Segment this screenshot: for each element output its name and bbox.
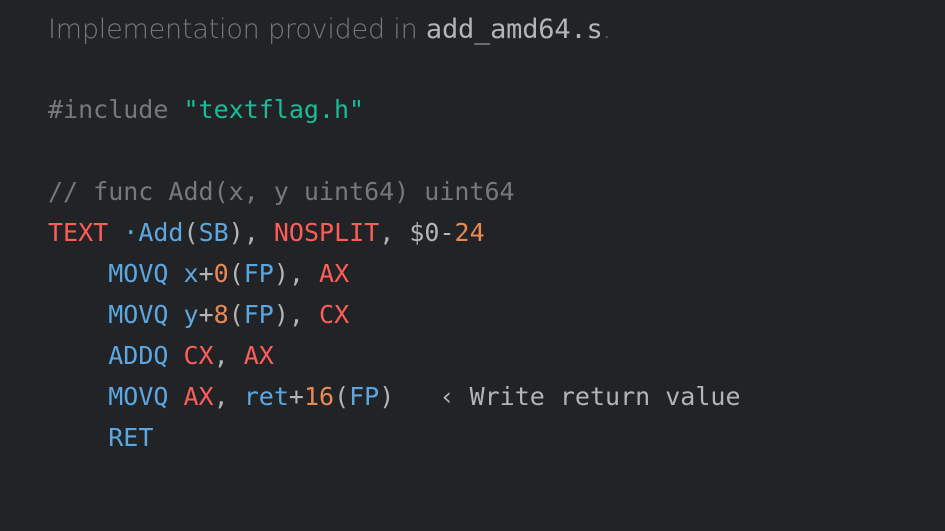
addq-op: ADDQ [108,341,168,370]
heading-suffix: . [603,14,611,45]
plus: + [199,259,214,288]
annotation-marker: ‹ [439,382,454,411]
arg-x: x [184,259,199,288]
ax-register: AX [319,259,349,288]
offset-8: 8 [214,300,229,329]
fp-register: FP [244,300,274,329]
code-block: #include "textflag.h" // func Add(x, y u… [48,89,905,458]
rparen: ) [379,382,394,411]
lparen: ( [229,259,244,288]
fp-register: FP [244,259,274,288]
slide: Implementation provided in add_amd64.s. … [0,0,945,458]
text-keyword: TEXT [48,218,108,247]
signature-comment: // func Add(x, y uint64) uint64 [48,177,515,206]
comma: , [379,218,394,247]
movq-op: MOVQ [108,300,168,329]
frame-argsize: 24 [455,218,485,247]
include-header: "textflag.h" [183,95,364,124]
rparen: ) [274,259,289,288]
heading-prefix: Implementation provided in [48,14,426,45]
cx-register: CX [184,341,214,370]
frame-dollar-zero: $0 [409,218,439,247]
cx-register: CX [319,300,349,329]
include-directive: #include [48,95,168,124]
comma: , [244,218,259,247]
heading: Implementation provided in add_amd64.s. [48,14,905,45]
heading-filename: add_amd64.s [426,14,603,45]
comma: , [289,259,304,288]
movq-op: MOVQ [108,382,168,411]
ax-register: AX [244,341,274,370]
ret-op: RET [108,423,153,452]
movq-op: MOVQ [108,259,168,288]
comma: , [214,382,229,411]
plus: + [199,300,214,329]
lparen: ( [229,300,244,329]
lparen: ( [334,382,349,411]
annotation-text: Write return value [470,382,741,411]
plus: + [289,382,304,411]
sb-register: SB [199,218,229,247]
offset-0: 0 [214,259,229,288]
arg-y: y [184,300,199,329]
arg-ret: ret [244,382,289,411]
comma: , [214,341,229,370]
rparen: ) [274,300,289,329]
comma: , [289,300,304,329]
lparen: ( [184,218,199,247]
ax-register: AX [184,382,214,411]
fp-register: FP [349,382,379,411]
frame-dash: - [439,218,454,247]
rparen: ) [229,218,244,247]
symbol-name: ·Add [123,218,183,247]
offset-16: 16 [304,382,334,411]
nosplit-flag: NOSPLIT [274,218,379,247]
